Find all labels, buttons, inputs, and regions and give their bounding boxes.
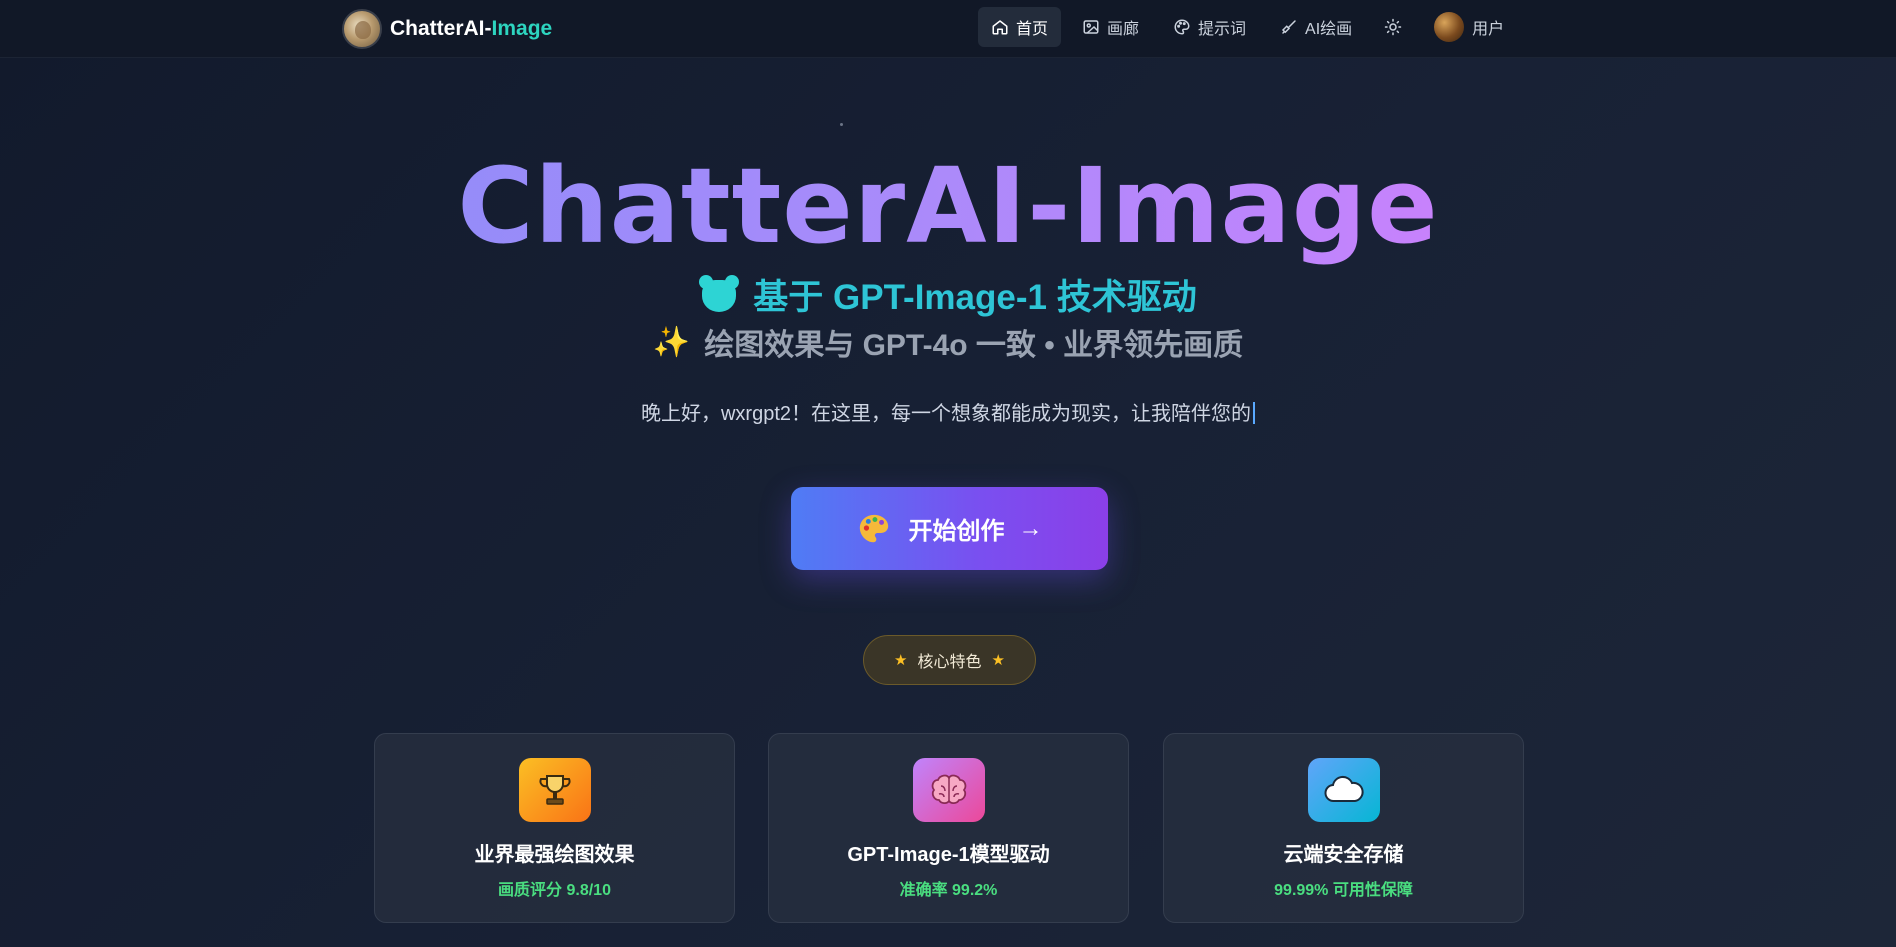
- greeting-text: 晚上好，wxrgpt2！在这里，每一个想象都能成为现实，让我陪伴您的: [0, 397, 1896, 426]
- nav-item-label: 画廊: [1107, 21, 1140, 38]
- hero-subtitle-primary: 基于 GPT-Image-1 技术驱动: [0, 272, 1896, 317]
- card-title: 云端安全存储: [1283, 844, 1404, 866]
- card-title: GPT-Image-1模型驱动: [847, 844, 1050, 866]
- nav-item-prompts[interactable]: 提示词: [1160, 7, 1259, 47]
- card-stat: 画质评分 9.8/10: [498, 882, 611, 899]
- palette-icon: [1174, 19, 1190, 35]
- artist-palette-icon: [859, 514, 888, 542]
- decorative-dot: [840, 123, 843, 126]
- trophy-icon: [519, 758, 591, 822]
- card-stat: 准确率 99.2%: [899, 882, 998, 899]
- brand-name-suffix: Image: [491, 17, 553, 40]
- nav-menu: 首页 画廊 提示词 AI绘画 用户: [978, 7, 1525, 47]
- brand-logo: [342, 9, 382, 49]
- sparkle-icon: ✨: [652, 325, 691, 359]
- hero-title: ChatterAI-Image: [0, 146, 1896, 266]
- home-icon: [992, 20, 1008, 35]
- user-menu-button[interactable]: 用户: [1421, 7, 1517, 47]
- cta-label: 开始创作: [908, 518, 1005, 545]
- star-icon: ★: [991, 652, 1005, 669]
- arrow-right-icon: →: [1018, 514, 1043, 542]
- feature-card-storage: 云端安全存储 99.99% 可用性保障: [1163, 733, 1524, 923]
- nav-item-label: 首页: [1016, 21, 1049, 38]
- top-nav: ChatterAI-Image 首页 画廊 提示词 AI绘画 用户: [0, 0, 1896, 58]
- brand[interactable]: ChatterAI-Image: [342, 7, 552, 51]
- nav-item-label: 提示词: [1198, 21, 1247, 38]
- cloud-icon: [1308, 758, 1380, 822]
- avatar: [1434, 12, 1465, 42]
- theme-toggle-button[interactable]: [1373, 7, 1413, 47]
- nav-item-ai-painting[interactable]: AI绘画: [1267, 7, 1365, 47]
- user-label: 用户: [1472, 21, 1505, 38]
- feature-card-model: GPT-Image-1模型驱动 准确率 99.2%: [768, 733, 1129, 923]
- bear-icon: [699, 274, 740, 314]
- brand-name: ChatterAI-Image: [390, 17, 552, 41]
- greeting-message: 晚上好，wxrgpt2！在这里，每一个想象都能成为现实，让我陪伴您的: [640, 403, 1252, 425]
- sun-icon: [1384, 18, 1402, 36]
- feature-card-quality: 业界最强绘图效果 画质评分 9.8/10: [374, 733, 735, 923]
- subtitle-secondary-text: 绘图效果与 GPT-4o 一致 • 业界领先画质: [704, 329, 1244, 362]
- subtitle-primary-text: 基于 GPT-Image-1 技术驱动: [753, 277, 1197, 317]
- star-icon: ★: [894, 652, 908, 669]
- card-stat: 99.99% 可用性保障: [1274, 882, 1413, 899]
- nav-item-gallery[interactable]: 画廊: [1069, 7, 1152, 47]
- badge-label: 核心特色: [917, 654, 982, 671]
- image-icon: [1083, 20, 1099, 34]
- brush-icon: [1281, 20, 1296, 34]
- core-features-badge: ★ 核心特色 ★: [863, 635, 1036, 685]
- brain-icon: [913, 758, 985, 822]
- nav-item-label: AI绘画: [1305, 21, 1353, 38]
- start-creating-button[interactable]: 开始创作 →: [791, 487, 1108, 570]
- card-title: 业界最强绘图效果: [474, 844, 635, 866]
- nav-item-home[interactable]: 首页: [978, 7, 1062, 47]
- typing-caret: [1253, 402, 1256, 424]
- hero-subtitle-secondary: ✨ 绘图效果与 GPT-4o 一致 • 业界领先画质: [0, 320, 1896, 364]
- brand-name-prefix: ChatterAI-: [390, 17, 492, 40]
